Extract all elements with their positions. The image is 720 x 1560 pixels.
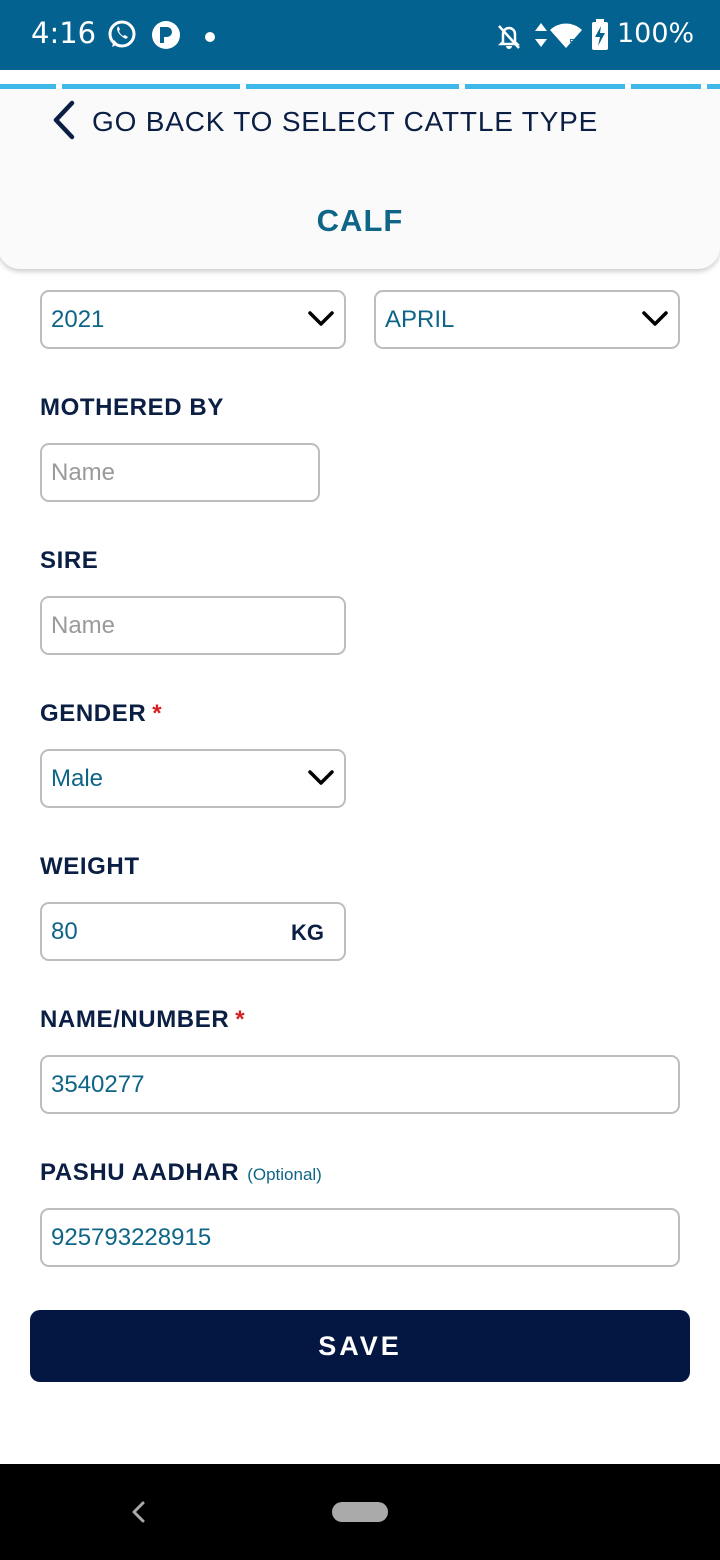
optional-hint: (Optional) [247, 1165, 322, 1184]
bell-off-icon [495, 22, 523, 55]
weight-label: WEIGHT [40, 853, 140, 881]
gender-label-text: GENDER [40, 700, 147, 727]
chevron-left-icon [50, 100, 78, 145]
page-title: CALF [316, 203, 404, 238]
name-number-label-text: NAME/NUMBER [40, 1006, 230, 1033]
mothered-by-input[interactable]: Name [40, 443, 320, 502]
back-to-cattle-type-button[interactable]: GO BACK TO SELECT CATTLE TYPE [50, 100, 598, 144]
nav-back-icon[interactable] [128, 1500, 150, 1529]
sire-label: SIRE [40, 547, 98, 575]
battery-percentage: 100% [617, 18, 695, 49]
name-number-label: NAME/NUMBER * [40, 1006, 245, 1034]
pashu-aadhar-label-text: PASHU AADHAR [40, 1159, 240, 1186]
year-select-value: 2021 [51, 306, 105, 333]
weight-input[interactable]: 80 KG [40, 902, 346, 961]
mothered-by-placeholder: Name [51, 459, 116, 486]
name-number-input[interactable]: 3540277 [40, 1055, 680, 1114]
back-button-label: GO BACK TO SELECT CATTLE TYPE [92, 106, 599, 137]
app-p-icon [151, 20, 181, 55]
year-select[interactable]: 2021 [40, 290, 346, 349]
gender-select-value: Male [51, 765, 104, 792]
whatsapp-icon [106, 19, 138, 56]
required-marker: * [235, 1006, 246, 1033]
nav-home-pill[interactable] [332, 1502, 388, 1522]
name-number-value: 3540277 [51, 1071, 145, 1098]
chevron-down-icon [308, 309, 334, 334]
mothered-by-label: MOTHERED BY [40, 394, 224, 422]
month-select-value: APRIL [385, 306, 455, 333]
dot-icon [204, 30, 216, 48]
sire-input[interactable]: Name [40, 596, 346, 655]
data-arrows-icon [534, 22, 548, 53]
wifi-icon: 5 [549, 22, 583, 55]
gender-label: GENDER * [40, 700, 162, 728]
status-bar: 4:16 5 100% [0, 0, 720, 70]
sire-label-text: SIRE [40, 547, 99, 574]
pashu-aadhar-label: PASHU AADHAR (Optional) [40, 1159, 322, 1187]
chevron-down-icon [308, 768, 334, 793]
weight-value: 80 [51, 918, 78, 945]
pashu-aadhar-input[interactable]: 925793228915 [40, 1208, 680, 1267]
weight-label-text: WEIGHT [40, 853, 140, 880]
gender-select[interactable]: Male [40, 749, 346, 808]
mothered-by-label-text: MOTHERED BY [40, 394, 224, 421]
svg-text:5: 5 [569, 38, 575, 49]
battery-charging-icon [591, 19, 609, 56]
chevron-down-icon [642, 309, 668, 334]
month-select[interactable]: APRIL [374, 290, 680, 349]
save-button[interactable]: SAVE [30, 1310, 690, 1382]
navigation-bar [0, 1464, 720, 1560]
sire-placeholder: Name [51, 612, 116, 639]
weight-unit: KG [291, 920, 324, 945]
status-time: 4:16 [31, 16, 97, 50]
pashu-aadhar-value: 925793228915 [51, 1224, 212, 1251]
required-marker: * [152, 700, 163, 727]
